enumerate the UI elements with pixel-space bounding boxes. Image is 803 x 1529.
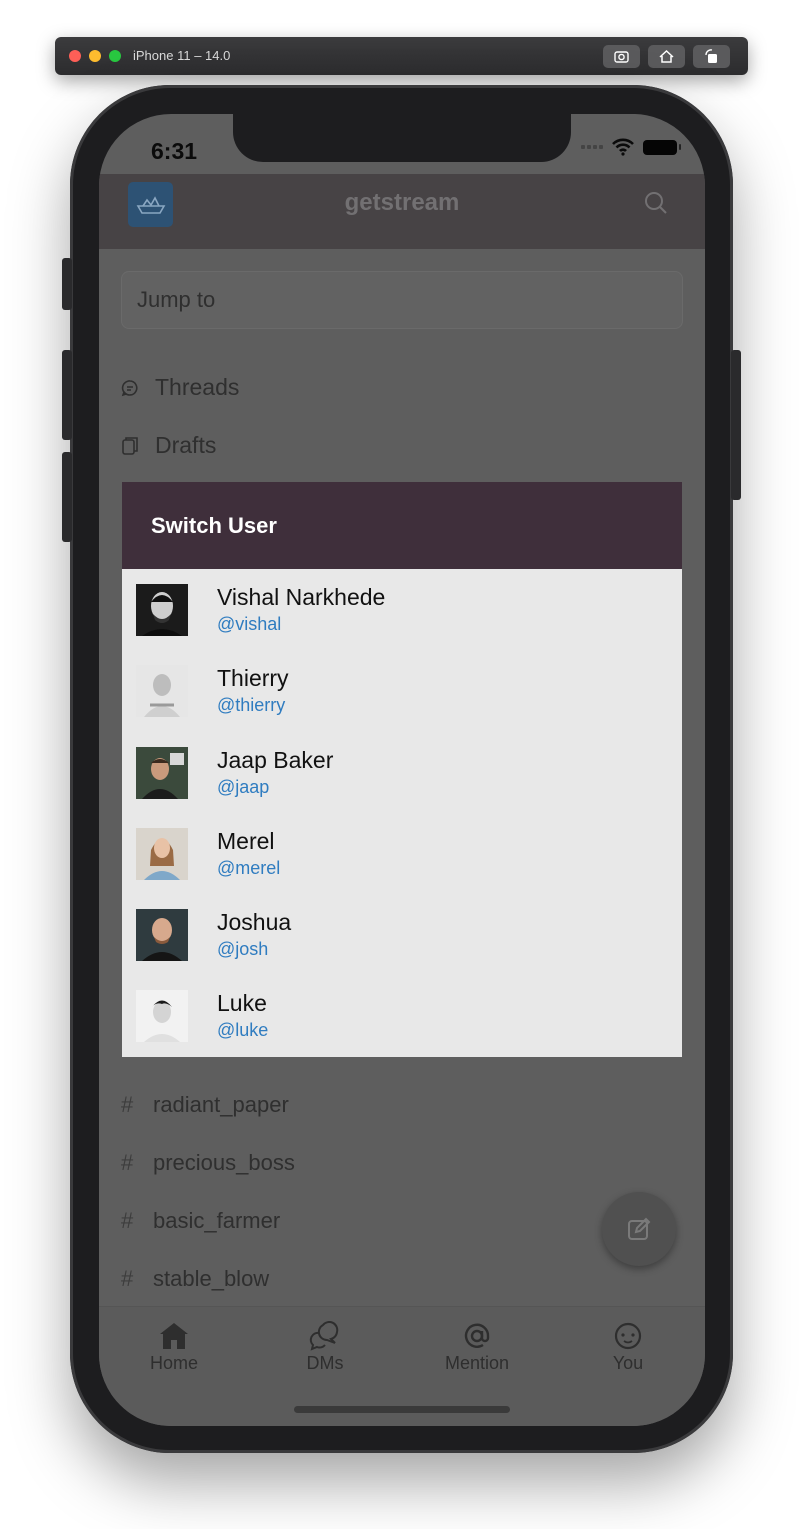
user-name: Joshua [217,909,292,936]
wifi-icon [612,138,634,156]
avatar [136,665,188,718]
user-handle: @josh [217,939,269,960]
user-handle: @jaap [217,776,270,797]
workspace-title: getstream [344,189,460,216]
user-list: Vishal Narkhede @vishal Thierry @thierry… [122,569,682,1057]
tab-dms-label: DMs [306,1353,344,1373]
notch [233,114,571,162]
channel-item[interactable]: # precious_boss [121,1150,295,1176]
power-button [731,350,741,500]
tab-mention[interactable]: Mention [417,1321,537,1374]
signal-icon [581,145,603,149]
house-icon [659,49,674,63]
zoom-window-button[interactable] [109,50,121,62]
simulator-titlebar: iPhone 11 – 14.0 [55,37,748,75]
threads-icon [121,379,138,396]
app-header: getstream [99,174,705,249]
avatar [136,990,188,1043]
compose-button[interactable] [602,1192,676,1266]
volume-down-button [62,452,72,542]
avatar [136,827,188,880]
modal-title: Switch User [122,482,682,569]
user-row-thierry[interactable]: Thierry @thierry [122,650,682,731]
user-row-jaap[interactable]: Jaap Baker @jaap [122,732,682,813]
compose-icon [628,1217,651,1240]
nav-drafts[interactable]: Drafts [121,432,216,459]
jump-to-input[interactable]: Jump to [121,271,683,329]
close-window-button[interactable] [69,50,81,62]
user-row-merel[interactable]: Merel @merel [122,813,682,894]
user-row-vishal[interactable]: Vishal Narkhede @vishal [122,569,682,650]
minimize-window-button[interactable] [89,50,101,62]
avatar [136,909,188,962]
nav-threads[interactable]: Threads [121,374,239,401]
volume-up-button [62,350,72,440]
avatar [136,746,188,799]
camera-icon [614,51,629,63]
rotate-icon [705,49,717,63]
user-name: Thierry [217,665,289,692]
tab-dms[interactable]: DMs [265,1321,385,1374]
user-handle: @vishal [217,614,282,634]
channel-item[interactable]: # stable_blow [121,1266,269,1292]
user-name: Merel [217,827,275,854]
simulator-title: iPhone 11 – 14.0 [133,48,231,63]
rotate-button[interactable] [693,45,730,68]
screenshot-button[interactable] [603,45,640,68]
battery-icon [643,139,681,155]
tab-mention-label: Mention [444,1353,510,1373]
drafts-icon [122,436,138,455]
you-icon [614,1322,642,1350]
switch-user-modal: Switch User Vishal Narkhede @vishal Thie… [122,482,682,1057]
search-icon[interactable] [643,190,669,216]
user-name: Vishal Narkhede [217,584,386,610]
nav-threads-label: Threads [155,374,240,400]
channel-item[interactable]: # basic_farmer [121,1208,280,1234]
user-name: Luke [217,990,267,1017]
status-time: 6:31 [151,138,198,164]
channel-item[interactable]: # radiant_paper [121,1092,289,1118]
tab-you-label: You [612,1353,644,1373]
home-icon [160,1323,188,1349]
tab-you[interactable]: You [568,1321,688,1374]
avatar [136,584,188,636]
home-button[interactable] [648,45,685,68]
status-indicators [581,138,681,156]
phone-screen: 6:31 getstream Jump to Threads Drafts # … [99,114,705,1426]
user-handle: @thierry [217,695,286,716]
tab-home[interactable]: Home [114,1321,234,1374]
mention-icon [464,1323,490,1348]
user-name: Jaap Baker [217,746,334,773]
silent-switch [62,258,72,310]
user-handle: @merel [217,857,281,878]
user-row-luke[interactable]: Luke @luke [122,975,682,1056]
dms-icon [309,1321,339,1351]
user-row-joshua[interactable]: Joshua @josh [122,894,682,975]
nav-drafts-label: Drafts [155,432,217,458]
tab-home-label: Home [149,1353,198,1373]
home-indicator [294,1406,510,1413]
user-handle: @luke [217,1020,269,1041]
